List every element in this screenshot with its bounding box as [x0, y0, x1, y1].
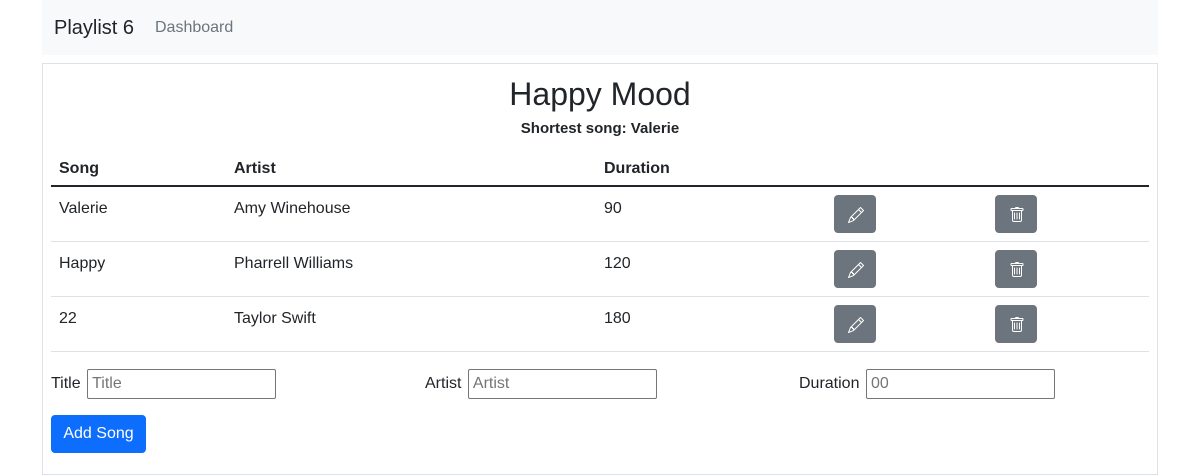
title-field-group: Title: [51, 369, 277, 399]
duration-label: Duration: [799, 375, 860, 392]
duration-input[interactable]: [865, 369, 1055, 399]
pencil-icon: [848, 317, 864, 333]
cell-song: 22: [51, 296, 226, 352]
table-row: Valerie Amy Winehouse 90: [51, 186, 1149, 242]
artist-field-group: Artist: [425, 369, 657, 399]
cell-edit: [826, 241, 987, 297]
title-input[interactable]: [87, 369, 277, 399]
playlist-title: Happy Mood: [509, 76, 691, 112]
header-duration: Duration: [596, 152, 826, 187]
cell-song: Happy: [51, 241, 226, 297]
cell-edit: [826, 296, 987, 352]
edit-button[interactable]: [834, 305, 876, 343]
navbar-brand[interactable]: Playlist 6: [54, 15, 134, 41]
edit-button[interactable]: [834, 250, 876, 288]
cell-delete: [987, 241, 1149, 297]
add-song-form: Title Artist Duration: [51, 369, 1151, 401]
cell-song: Valerie: [51, 186, 226, 242]
artist-input[interactable]: [467, 369, 657, 399]
trash-icon: [1010, 262, 1024, 277]
cell-artist: Taylor Swift: [226, 296, 596, 352]
cell-duration: 90: [596, 186, 826, 242]
cell-artist: Amy Winehouse: [226, 186, 596, 242]
songs-table: Song Artist Duration Valerie Amy Winehou…: [51, 152, 1149, 352]
cell-duration: 180: [596, 296, 826, 352]
navbar: Playlist 6 Dashboard: [42, 0, 1158, 55]
header-artist: Artist: [226, 152, 596, 187]
cell-delete: [987, 186, 1149, 242]
add-song-button[interactable]: Add Song: [51, 415, 146, 453]
cell-artist: Pharrell Williams: [226, 241, 596, 297]
table-row: Happy Pharrell Williams 120: [51, 241, 1149, 297]
delete-button[interactable]: [995, 305, 1037, 343]
pencil-icon: [848, 262, 864, 278]
shortest-song-label: Shortest song: Valerie: [520, 120, 680, 137]
nav-link-dashboard[interactable]: Dashboard: [155, 18, 233, 38]
playlist-card: Happy Mood Shortest song: Valerie Song A…: [42, 63, 1158, 475]
header-delete: [987, 152, 1149, 187]
cell-delete: [987, 296, 1149, 352]
pencil-icon: [848, 207, 864, 223]
cell-duration: 120: [596, 241, 826, 297]
table-header-row: Song Artist Duration: [51, 152, 1149, 187]
delete-button[interactable]: [995, 195, 1037, 233]
cell-edit: [826, 186, 987, 242]
trash-icon: [1010, 317, 1024, 332]
header-edit: [826, 152, 987, 187]
trash-icon: [1010, 207, 1024, 222]
header-song: Song: [51, 152, 226, 187]
duration-field-group: Duration: [799, 369, 1055, 399]
title-label: Title: [51, 375, 81, 392]
table-row: 22 Taylor Swift 180: [51, 296, 1149, 352]
edit-button[interactable]: [834, 195, 876, 233]
delete-button[interactable]: [995, 250, 1037, 288]
artist-label: Artist: [425, 375, 462, 392]
